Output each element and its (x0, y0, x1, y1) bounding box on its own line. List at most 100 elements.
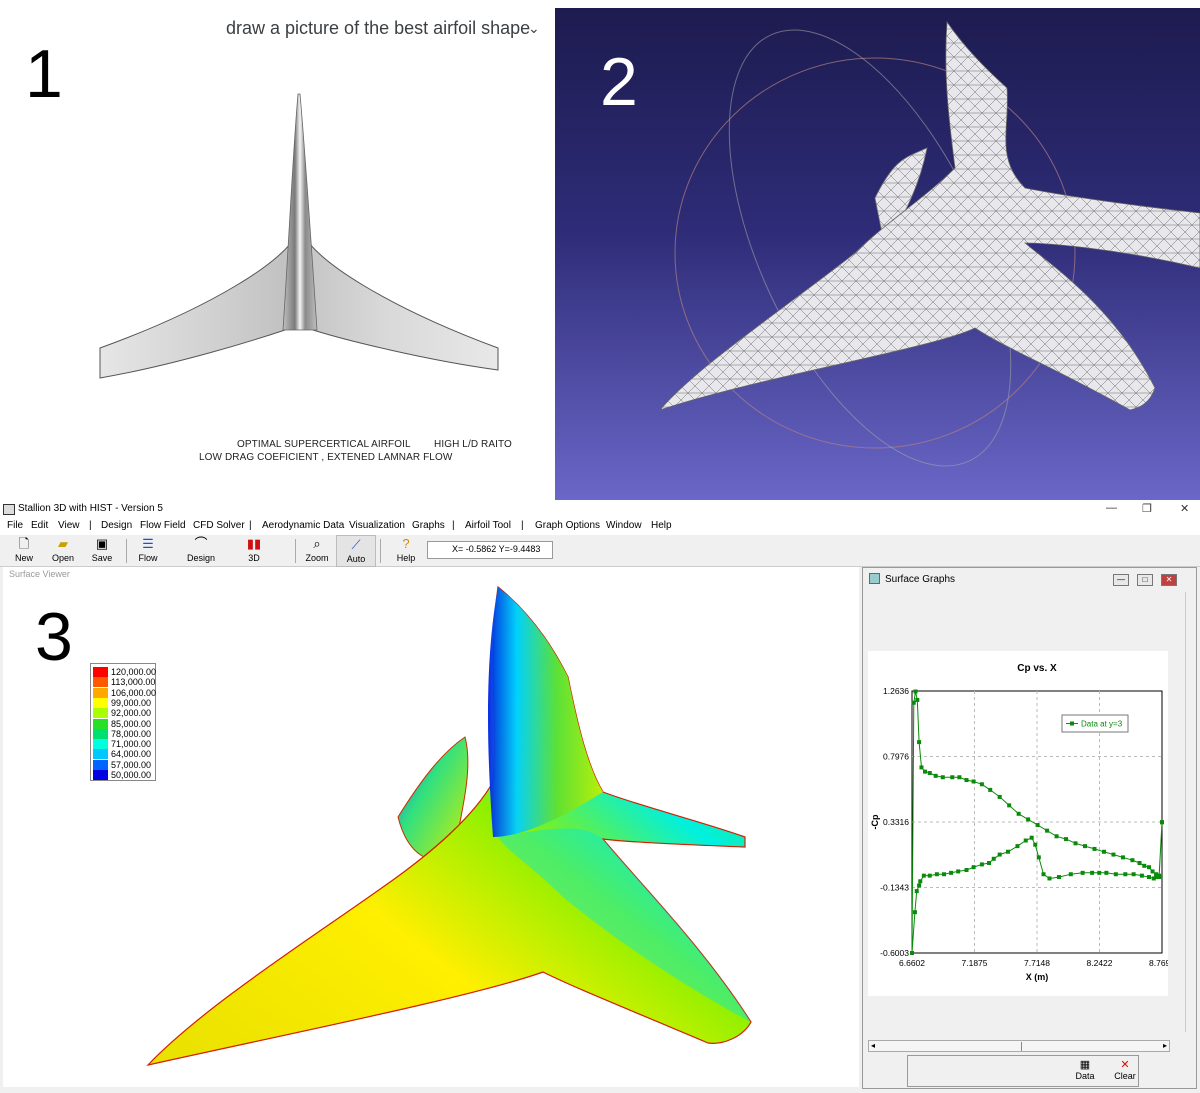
graph-maximize-button[interactable]: □ (1137, 574, 1153, 586)
graph-minimize-button[interactable]: — (1113, 574, 1129, 586)
menu-cfd-solver[interactable]: CFD Solver (193, 520, 245, 531)
menu-edit[interactable]: Edit (31, 520, 48, 531)
auto-button[interactable]: ⟋ Auto (336, 535, 376, 567)
menu-separator: | (89, 520, 92, 531)
chevron-down-icon[interactable]: ⌄ (528, 20, 540, 37)
design-button[interactable]: ⌒ Design (181, 535, 221, 567)
data-point (979, 862, 984, 867)
new-button[interactable]: 🗋 New (4, 535, 44, 567)
open-button[interactable]: ▰ Open (43, 535, 83, 567)
x-tick-label: 8.2422 (1087, 958, 1113, 968)
vertical-scrollbar[interactable] (1185, 592, 1195, 1032)
data-point (918, 879, 923, 884)
data-point (1033, 842, 1038, 847)
menu-design[interactable]: Design (101, 520, 132, 531)
data-point (1120, 855, 1125, 860)
data-point (1147, 875, 1152, 880)
data-point (1111, 852, 1116, 857)
open-label: Open (51, 553, 75, 563)
menu-separator: | (521, 520, 524, 531)
menu-help[interactable]: Help (651, 520, 672, 531)
zoom-label: Zoom (305, 553, 329, 563)
flow-label: Flow (138, 553, 158, 563)
y-axis-label: -Cp (870, 814, 880, 829)
surface-graphs-window: Surface Graphs — □ ✕ Cp vs. X 6.6602 7.187… (862, 567, 1197, 1089)
data-point (1023, 838, 1028, 843)
close-button[interactable]: ✕ (1180, 502, 1189, 515)
three-d-label: 3D (248, 553, 260, 563)
menu-graph-options[interactable]: Graph Options (535, 520, 600, 531)
x-tick-label: 6.6602 (899, 958, 925, 968)
menu-graphs[interactable]: Graphs (412, 520, 445, 531)
data-point (1029, 835, 1034, 840)
data-point (1073, 841, 1078, 846)
flow-button[interactable]: ☰ Flow (128, 535, 168, 567)
graph-window-icon (869, 573, 880, 584)
chart-auto-icon: ⟋ (351, 537, 361, 552)
data-point (1123, 872, 1128, 877)
menu-aerodynamic-data[interactable]: Aerodynamic Data (262, 520, 344, 531)
data-point (1047, 876, 1052, 881)
data-point (1130, 858, 1135, 863)
cp-chart-area: Cp vs. X 6.6602 7.1875 7.7148 8.2422 8.7695 1.… (868, 651, 1175, 996)
graph-close-button[interactable]: ✕ (1161, 574, 1177, 586)
clear-button[interactable]: ✕ Clear (1107, 1058, 1143, 1081)
3d-view-icon: ▮▮ (246, 536, 262, 551)
restore-button[interactable]: ❐ (1142, 502, 1152, 515)
help-button[interactable]: ? Help (386, 535, 426, 567)
data-point (1007, 803, 1012, 808)
x-tick-label: 7.7148 (1024, 958, 1050, 968)
data-point (997, 852, 1002, 857)
data-point (1064, 837, 1069, 842)
menu-file[interactable]: File (7, 520, 23, 531)
data-point (921, 873, 926, 878)
save-button[interactable]: ▣ Save (82, 535, 122, 567)
toolbar-separator (126, 539, 127, 563)
data-point (923, 769, 928, 774)
app-icon (3, 504, 15, 515)
window-title: Stallion 3D with HIST - Version 5 (18, 503, 163, 514)
x-tick-label: 7.1875 (962, 958, 988, 968)
horizontal-scrollbar[interactable]: ◂ ▸ (868, 1040, 1170, 1052)
pressure-contour-render (146, 585, 752, 1067)
surface-graphs-titlebar: Surface Graphs — □ ✕ (863, 568, 1196, 590)
chart-title: Cp vs. X (1017, 663, 1057, 674)
data-point (1016, 811, 1021, 816)
three-d-button[interactable]: ▮▮ 3D (234, 535, 274, 567)
y-tick-label: 1.2636 (883, 686, 909, 696)
minimize-button[interactable]: — (1106, 502, 1117, 514)
data-point (1054, 834, 1059, 839)
data-point (917, 883, 922, 888)
menu-view[interactable]: View (58, 520, 80, 531)
menu-airfoil-tool[interactable]: Airfoil Tool (465, 520, 511, 531)
data-label: Data (1075, 1071, 1095, 1081)
data-point (956, 869, 961, 874)
stallion-app-window: Stallion 3D with HIST - Version 5 — ❐ ✕ … (0, 502, 1200, 1093)
menu-window[interactable]: Window (606, 520, 642, 531)
toolbar-separator (295, 539, 296, 563)
y-tick-label: -0.1343 (880, 883, 909, 893)
data-point (910, 951, 914, 955)
mesh-render-image (658, 20, 1200, 467)
graph-footer: ▦ Data ✕ Clear (907, 1055, 1139, 1087)
data-point (1026, 817, 1031, 822)
data-point (1041, 872, 1046, 877)
data-point (950, 775, 955, 780)
coordinate-readout: X= -0.5862 Y=-9.4483 (427, 541, 553, 559)
folder-icon: ▰ (58, 536, 68, 551)
scroll-right-icon[interactable]: ▸ (1163, 1041, 1167, 1050)
menu-visualization[interactable]: Visualization (349, 520, 405, 531)
zoom-button[interactable]: ⌕ Zoom (297, 535, 337, 567)
design-label: Design (186, 553, 215, 563)
y-tick-label: 0.7976 (883, 752, 909, 762)
magnifier-icon: ⌕ (313, 536, 321, 551)
scroll-left-icon[interactable]: ◂ (871, 1041, 875, 1050)
data-point (912, 910, 917, 915)
data-point (915, 697, 920, 702)
data-button[interactable]: ▦ Data (1067, 1058, 1103, 1081)
cp-chart: Cp vs. X 6.6602 7.1875 7.7148 8.2422 8.7695 1.… (870, 663, 1175, 982)
airfoil-render-image (99, 93, 499, 379)
scroll-thumb[interactable] (1021, 1042, 1022, 1051)
caption-line-2: LOW DRAG COEFICIENT , EXTENED LAMNAR FLO… (199, 452, 453, 463)
menu-flow-field[interactable]: Flow Field (140, 520, 186, 531)
